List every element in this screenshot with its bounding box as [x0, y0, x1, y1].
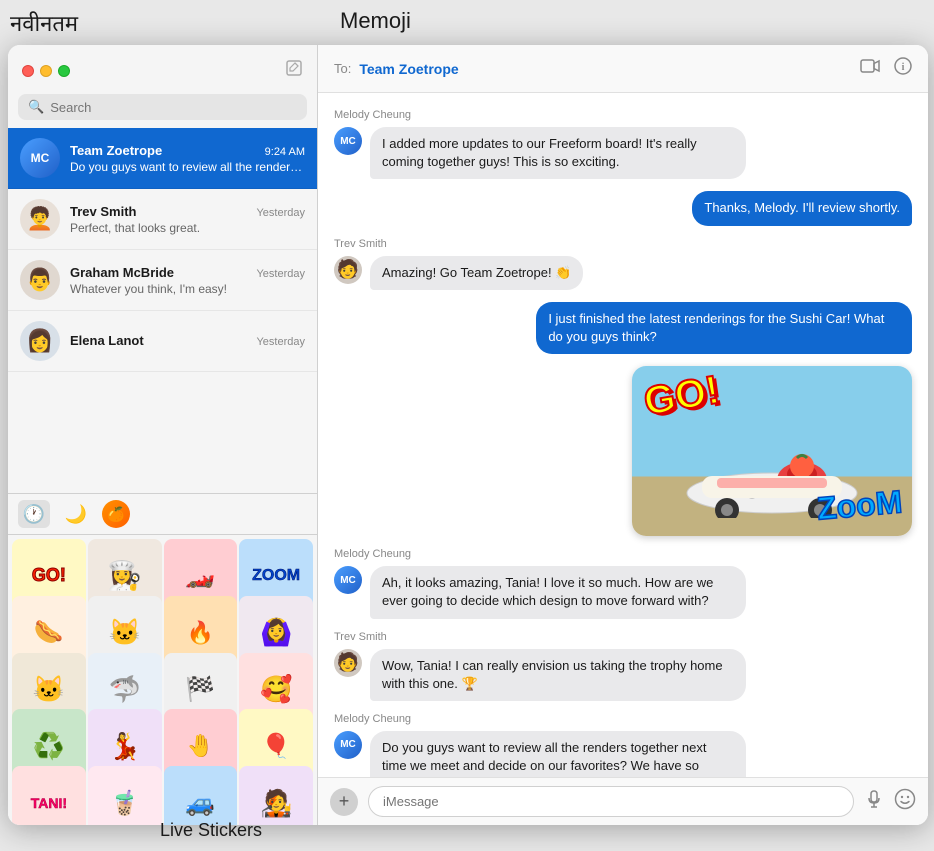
- message-group: Trev Smith 🧑 Wow, Tania! I can really en…: [334, 631, 912, 701]
- message-row: Thanks, Melody. I'll review shortly.: [334, 191, 912, 225]
- message-row: 🧑 Amazing! Go Team Zoetrope! 👏: [334, 256, 912, 290]
- recent-label: नवीनतम: [10, 8, 78, 38]
- search-input[interactable]: [50, 100, 297, 115]
- message-group: Thanks, Melody. I'll review shortly.: [334, 191, 912, 225]
- message-bubble: I added more updates to our Freeform boa…: [370, 127, 746, 179]
- conversation-time: Yesterday: [256, 268, 305, 280]
- conversation-info: Team Zoetrope 9:24 AM Do you guys want t…: [70, 143, 305, 174]
- avatar: MC: [334, 566, 362, 594]
- conversation-info: Trev Smith Yesterday Perfect, that looks…: [70, 204, 305, 235]
- sticker-item[interactable]: 🧋: [88, 766, 162, 825]
- sender-name: Melody Cheung: [334, 109, 912, 121]
- conversation-time: 9:24 AM: [265, 146, 305, 158]
- fullscreen-button[interactable]: [58, 65, 70, 77]
- message-bubble: Thanks, Melody. I'll review shortly.: [692, 191, 912, 225]
- chat-input-area: +: [318, 777, 928, 825]
- sender-name: Melody Cheung: [334, 713, 912, 725]
- sticker-tabs: 🕐 🌙 🍊: [8, 494, 317, 535]
- sticker-item[interactable]: 🚙: [164, 766, 238, 825]
- message-bubble: Wow, Tania! I can really envision us tak…: [370, 649, 746, 701]
- minimize-button[interactable]: [40, 65, 52, 77]
- svg-text:i: i: [902, 62, 905, 73]
- conversation-item[interactable]: 🧑‍🦱 Trev Smith Yesterday Perfect, that l…: [8, 189, 317, 250]
- sidebar-header: [8, 45, 317, 90]
- avatar: 🧑‍🦱: [20, 199, 60, 239]
- chat-recipient-name: Team Zoetrope: [359, 61, 458, 77]
- message-group: 5 GO! ZooM: [334, 366, 912, 536]
- conversation-list: MC Team Zoetrope 9:24 AM Do you guys wan…: [8, 128, 317, 493]
- zoom-sticker: ZooM: [815, 483, 903, 527]
- conversation-info: Elena Lanot Yesterday: [70, 333, 305, 350]
- close-button[interactable]: [22, 65, 34, 77]
- message-input[interactable]: [368, 786, 854, 817]
- search-icon: 🔍: [28, 99, 44, 115]
- avatar: MC: [334, 127, 362, 155]
- conversation-name: Team Zoetrope: [70, 143, 162, 158]
- conversation-name: Trev Smith: [70, 204, 136, 219]
- message-row: MC Do you guys want to review all the re…: [334, 731, 912, 777]
- memoji-label: Memoji: [340, 8, 411, 34]
- message-group: Melody Cheung MC I added more updates to…: [334, 109, 912, 179]
- message-group: Melody Cheung MC Ah, it looks amazing, T…: [334, 548, 912, 618]
- search-bar[interactable]: 🔍: [18, 94, 307, 120]
- message-bubble: Amazing! Go Team Zoetrope! 👏: [370, 256, 583, 290]
- sticker-tab-recent[interactable]: 🕐: [18, 500, 50, 528]
- message-row: 🧑 Wow, Tania! I can really envision us t…: [334, 649, 912, 701]
- conversation-name: Graham McBride: [70, 265, 174, 280]
- conversation-time: Yesterday: [256, 207, 305, 219]
- sidebar: 🔍 MC Team Zoetrope 9:24 AM Do you guys w…: [8, 45, 318, 825]
- avatar: MC: [334, 731, 362, 759]
- sender-name: Trev Smith: [334, 238, 912, 250]
- conversation-item[interactable]: 👨 Graham McBride Yesterday Whatever you …: [8, 250, 317, 311]
- conversation-item[interactable]: 👩 Elena Lanot Yesterday: [8, 311, 317, 372]
- conversation-info: Graham McBride Yesterday Whatever you th…: [70, 265, 305, 296]
- sticker-item[interactable]: TANI!: [12, 766, 86, 825]
- message-row: I just finished the latest renderings fo…: [334, 302, 912, 354]
- info-icon[interactable]: i: [894, 57, 912, 80]
- message-bubble: I just finished the latest renderings fo…: [536, 302, 912, 354]
- conversation-preview: Do you guys want to review all the rende…: [70, 160, 305, 174]
- sticker-image: 5 GO! ZooM: [632, 366, 912, 536]
- conversation-name: Elena Lanot: [70, 333, 144, 348]
- traffic-lights: [22, 65, 70, 77]
- conversation-preview: Whatever you think, I'm easy!: [70, 282, 305, 296]
- sticker-tab-moon[interactable]: 🌙: [60, 500, 92, 528]
- message-row: MC Ah, it looks amazing, Tania! I love i…: [334, 566, 912, 618]
- sender-name: Melody Cheung: [334, 548, 912, 560]
- message-group: I just finished the latest renderings fo…: [334, 302, 912, 354]
- sticker-panel: 🕐 🌙 🍊 GO! 👩‍🍳 🏎️ ZOOM: [8, 493, 317, 825]
- message-row: 5 GO! ZooM: [334, 366, 912, 536]
- message-bubble: Ah, it looks amazing, Tania! I love it s…: [370, 566, 746, 618]
- emoji-picker-icon[interactable]: [894, 788, 916, 816]
- add-attachment-button[interactable]: +: [330, 788, 358, 816]
- sticker-tab-avatar[interactable]: 🍊: [102, 500, 130, 528]
- chat-messages: Melody Cheung MC I added more updates to…: [318, 93, 928, 777]
- avatar: 👩: [20, 321, 60, 361]
- compose-icon[interactable]: [285, 59, 303, 82]
- message-group: Trev Smith 🧑 Amazing! Go Team Zoetrope! …: [334, 238, 912, 290]
- chat-header: To: Team Zoetrope i: [318, 45, 928, 93]
- avatar: 👨: [20, 260, 60, 300]
- avatar: MC: [20, 138, 60, 178]
- chat-area: To: Team Zoetrope i: [318, 45, 928, 825]
- message-bubble: Do you guys want to review all the rende…: [370, 731, 746, 777]
- avatar: 🧑: [334, 649, 362, 677]
- message-group: Melody Cheung MC Do you guys want to rev…: [334, 713, 912, 777]
- sticker-item[interactable]: 🧑‍🎤: [239, 766, 313, 825]
- conversation-preview: Perfect, that looks great.: [70, 221, 305, 235]
- conversation-item[interactable]: MC Team Zoetrope 9:24 AM Do you guys wan…: [8, 128, 317, 189]
- sticker-grid: GO! 👩‍🍳 🏎️ ZOOM 🌭 🐱: [8, 535, 317, 825]
- sender-name: Trev Smith: [334, 631, 912, 643]
- audio-record-icon[interactable]: [864, 789, 884, 814]
- video-call-icon[interactable]: [860, 59, 880, 78]
- avatar: 🧑: [334, 256, 362, 284]
- message-row: MC I added more updates to our Freeform …: [334, 127, 912, 179]
- conversation-time: Yesterday: [256, 336, 305, 348]
- live-stickers-label: Live Stickers: [160, 820, 262, 841]
- messages-window: 🔍 MC Team Zoetrope 9:24 AM Do you guys w…: [8, 45, 928, 825]
- to-label: To:: [334, 61, 351, 76]
